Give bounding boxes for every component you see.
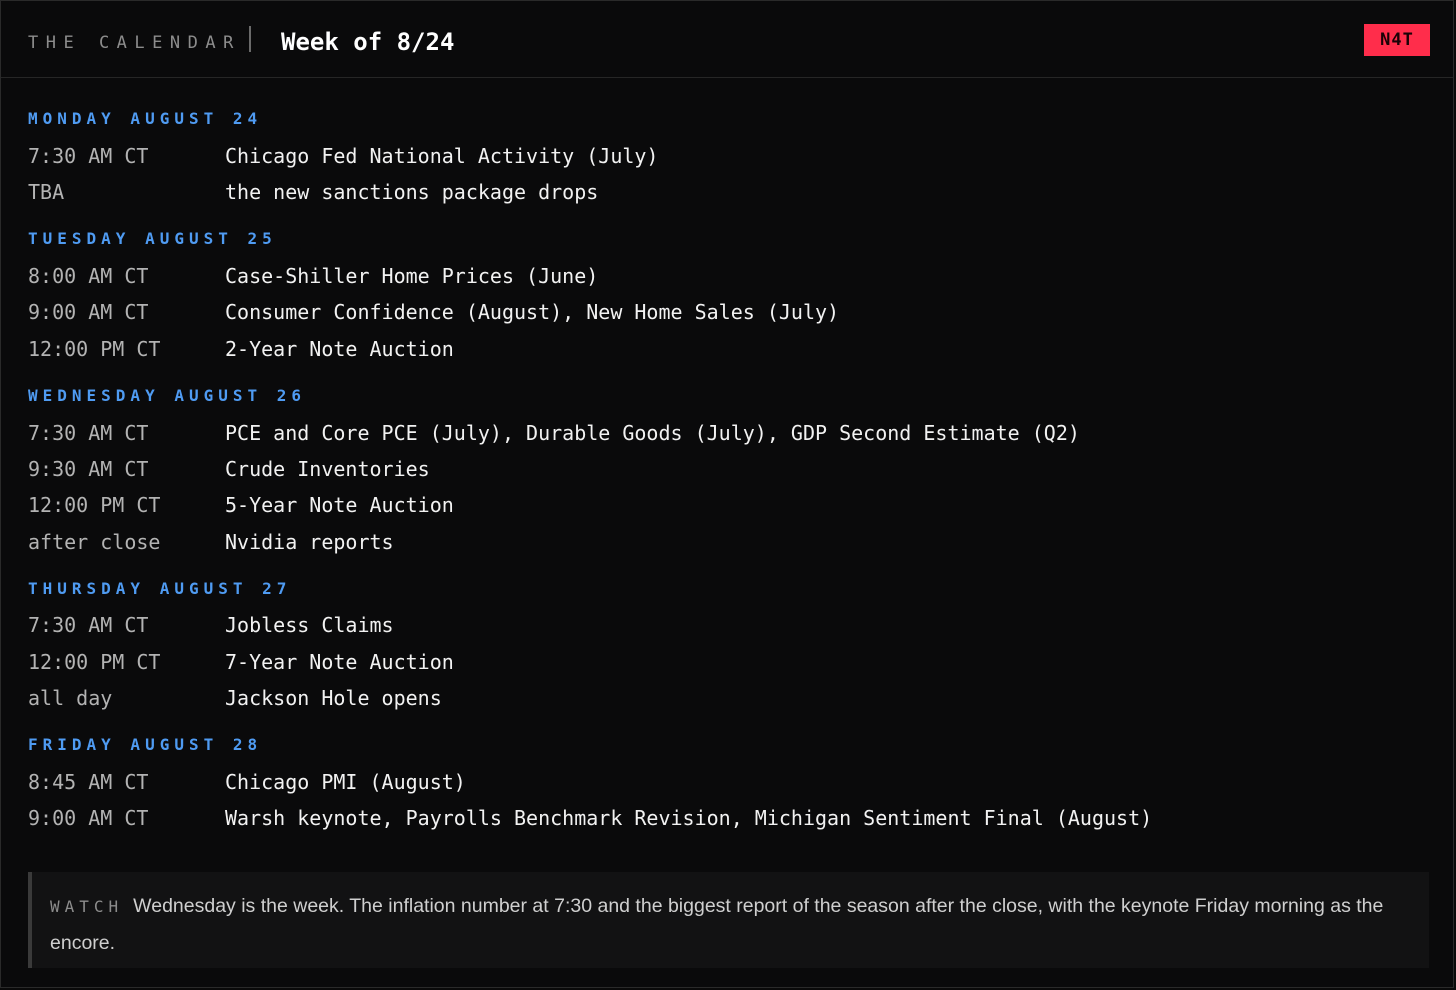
event-row: 7:30 AM CT PCE and Core PCE (July), Dura… — [28, 419, 1428, 447]
event-name: Case-Shiller Home Prices (June) — [225, 264, 599, 288]
calendar-card: THE CALENDAR Week of 8/24 N4T MONDAY AUG… — [0, 0, 1454, 988]
event-row: 9:00 AM CT Warsh keynote, Payrolls Bench… — [28, 804, 1428, 832]
event-time: 9:00 AM CT — [28, 806, 149, 830]
calendar-header: THE CALENDAR Week of 8/24 N4T — [1, 1, 1453, 78]
brand-badge: N4T — [1364, 24, 1430, 56]
event-name: 2-Year Note Auction — [225, 337, 454, 361]
event-time: after close — [28, 530, 161, 554]
event-name: Jobless Claims — [225, 613, 394, 637]
brand-label: THE CALENDAR — [28, 33, 241, 53]
event-time: all day — [28, 686, 113, 710]
header-divider — [249, 26, 251, 52]
event-time: 9:30 AM CT — [28, 457, 149, 481]
event-row: 8:00 AM CT Case-Shiller Home Prices (Jun… — [28, 262, 1428, 290]
watch-label: WATCH — [50, 897, 124, 916]
event-name: Crude Inventories — [225, 457, 430, 481]
event-name: 5-Year Note Auction — [225, 493, 454, 517]
event-name: Chicago PMI (August) — [225, 770, 466, 794]
watch-body: WATCH Wednesday is the week. The inflatio… — [50, 888, 1405, 961]
day-heading-thursday: THURSDAY AUGUST 27 — [28, 579, 292, 598]
event-name: Consumer Confidence (August), New Home S… — [225, 300, 840, 324]
day-heading-monday: MONDAY AUGUST 24 — [28, 109, 263, 128]
event-row: after close Nvidia reports — [28, 528, 1428, 556]
event-time: TBA — [28, 180, 65, 204]
event-row: 12:00 PM CT 5-Year Note Auction — [28, 491, 1428, 519]
day-heading-wednesday: WEDNESDAY AUGUST 26 — [28, 386, 307, 405]
event-name: Warsh keynote, Payrolls Benchmark Revisi… — [225, 806, 1153, 830]
event-time: 8:45 AM CT — [28, 770, 149, 794]
page-title: Week of 8/24 — [281, 28, 455, 56]
event-name: the new sanctions package drops — [225, 180, 599, 204]
event-name: Jackson Hole opens — [225, 686, 442, 710]
event-row: 9:30 AM CT Crude Inventories — [28, 455, 1428, 483]
event-row: TBA the new sanctions package drops — [28, 178, 1428, 206]
event-name: 7-Year Note Auction — [225, 650, 454, 674]
event-row: 9:00 AM CT Consumer Confidence (August),… — [28, 298, 1428, 326]
day-heading-tuesday: TUESDAY AUGUST 25 — [28, 229, 277, 248]
watch-callout: WATCH Wednesday is the week. The inflatio… — [28, 872, 1429, 968]
event-row: 12:00 PM CT 7-Year Note Auction — [28, 648, 1428, 676]
watch-text: Wednesday is the week. The inflation num… — [50, 895, 1384, 954]
event-row: 7:30 AM CT Chicago Fed National Activity… — [28, 142, 1428, 170]
event-time: 12:00 PM CT — [28, 650, 161, 674]
event-row: 7:30 AM CT Jobless Claims — [28, 611, 1428, 639]
event-name: Chicago Fed National Activity (July) — [225, 144, 659, 168]
event-row: 8:45 AM CT Chicago PMI (August) — [28, 768, 1428, 796]
event-row: 12:00 PM CT 2-Year Note Auction — [28, 335, 1428, 363]
event-name: PCE and Core PCE (July), Durable Goods (… — [225, 421, 1080, 445]
day-heading-friday: FRIDAY AUGUST 28 — [28, 735, 263, 754]
event-time: 8:00 AM CT — [28, 264, 149, 288]
event-time: 7:30 AM CT — [28, 421, 149, 445]
event-time: 9:00 AM CT — [28, 300, 149, 324]
event-time: 7:30 AM CT — [28, 613, 149, 637]
event-time: 12:00 PM CT — [28, 493, 161, 517]
event-row: all day Jackson Hole opens — [28, 684, 1428, 712]
event-time: 7:30 AM CT — [28, 144, 149, 168]
event-name: Nvidia reports — [225, 530, 394, 554]
event-time: 12:00 PM CT — [28, 337, 161, 361]
